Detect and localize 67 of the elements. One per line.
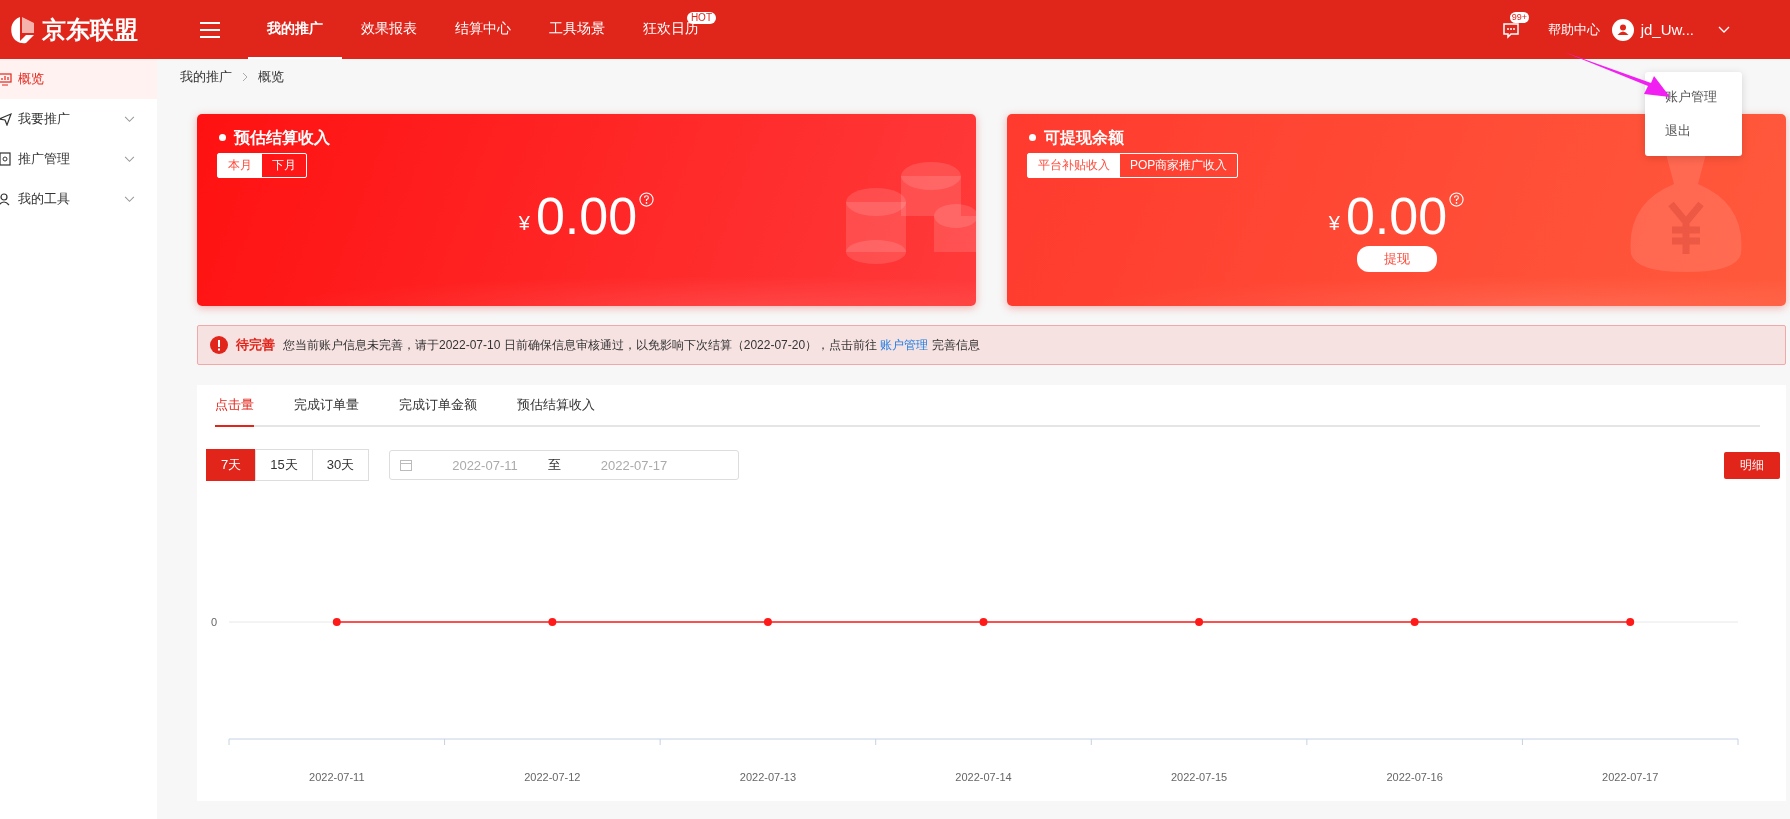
- metric-tab[interactable]: 完成订单金额: [399, 385, 477, 427]
- currency-sign: ¥: [1328, 212, 1340, 235]
- help-center-link[interactable]: 帮助中心: [1547, 20, 1600, 39]
- start-date: 2022-07-11: [452, 457, 518, 473]
- period-toggle[interactable]: POP商家推广收入: [1120, 154, 1238, 177]
- sidebar-item[interactable]: 我的工具: [0, 179, 157, 219]
- x-axis-label: 2022-07-17: [1602, 771, 1659, 783]
- metric-tab[interactable]: 完成订单量: [294, 385, 359, 427]
- person-icon: [0, 192, 12, 206]
- breadcrumb-link[interactable]: 我的推广: [180, 68, 232, 86]
- message-icon[interactable]: [1501, 20, 1520, 39]
- period-toggle[interactable]: 平台补贴收入: [1028, 154, 1120, 177]
- chevron-right-icon: [242, 72, 248, 82]
- alert-title: 待完善: [236, 336, 275, 354]
- metric-tab[interactable]: 预估结算收入: [517, 385, 595, 427]
- metric-tab[interactable]: 点击量: [215, 385, 254, 427]
- avatar-icon[interactable]: [1611, 18, 1634, 41]
- menu-icon[interactable]: [200, 21, 220, 38]
- help-icon[interactable]: [1449, 192, 1465, 207]
- username[interactable]: jd_Uw...: [1640, 21, 1694, 38]
- x-axis-label: 2022-07-15: [1170, 771, 1228, 783]
- sidebar-label: 我的工具: [18, 190, 71, 208]
- sidebar-label: 概览: [18, 70, 45, 88]
- account-settings-link[interactable]: 账户管理: [880, 337, 929, 352]
- period-toggle[interactable]: 下月: [262, 154, 306, 177]
- range-button[interactable]: 7天: [206, 449, 257, 481]
- date-range-field[interactable]: 2022-07-11 至 2022-07-17: [389, 450, 740, 480]
- x-axis-label: 2022-07-16: [1386, 771, 1443, 783]
- period-toggle[interactable]: 本月: [218, 154, 262, 177]
- range-button[interactable]: 30天: [311, 449, 370, 481]
- nav-tab[interactable]: 效果报表: [342, 0, 436, 59]
- paper-plane-icon: [0, 112, 12, 126]
- logo-text: 京东联盟: [42, 14, 138, 45]
- x-axis-label: 2022-07-13: [739, 771, 797, 783]
- chevron-down-icon[interactable]: [124, 155, 135, 163]
- amount-value: 0.00: [535, 186, 638, 246]
- nav-tab[interactable]: 工具场景: [530, 0, 624, 59]
- x-axis-label: 2022-07-11: [309, 771, 365, 783]
- nav-tab[interactable]: 我的推广: [248, 0, 342, 59]
- x-axis-label: 2022-07-14: [955, 771, 1012, 783]
- warning-icon: [210, 336, 228, 354]
- message-count-badge: 99+: [1509, 11, 1529, 23]
- sidebar-item[interactable]: 概览: [0, 59, 157, 99]
- x-axis-label: 2022-07-12: [524, 771, 581, 783]
- chevron-down-icon[interactable]: [124, 195, 135, 203]
- sidebar-item[interactable]: 我要推广: [0, 99, 157, 139]
- menu-item[interactable]: 退出: [1645, 114, 1742, 148]
- sidebar-item[interactable]: 推广管理: [0, 139, 157, 179]
- y-axis-label: 0: [211, 616, 218, 628]
- date-separator: 至: [547, 456, 561, 474]
- breadcrumb-link[interactable]: 概览: [258, 68, 284, 86]
- chevron-down-icon[interactable]: [124, 115, 135, 123]
- withdraw-button[interactable]: 提现: [1356, 246, 1437, 272]
- amount-value: 0.00: [1345, 186, 1448, 246]
- monitor-icon: [0, 72, 12, 86]
- card-title: 预估结算收入: [217, 128, 956, 149]
- end-date: 2022-07-17: [600, 457, 668, 473]
- detail-button[interactable]: 明细: [1724, 451, 1780, 479]
- range-button[interactable]: 15天: [255, 449, 313, 481]
- nav-tab[interactable]: 结算中心: [436, 0, 530, 59]
- sidebar-label: 我要推广: [18, 110, 71, 128]
- calendar-icon: [400, 459, 413, 471]
- help-icon[interactable]: [639, 192, 655, 207]
- box-icon: [0, 152, 12, 166]
- currency-sign: ¥: [518, 212, 530, 235]
- alert-message: 您当前账户信息未完善，请于2022-07-10 日前确保信息审核通过，以免影响下次结算（2022-07-20），点击前往 账户管理 完善信息: [283, 336, 980, 354]
- sidebar-label: 推广管理: [18, 150, 71, 168]
